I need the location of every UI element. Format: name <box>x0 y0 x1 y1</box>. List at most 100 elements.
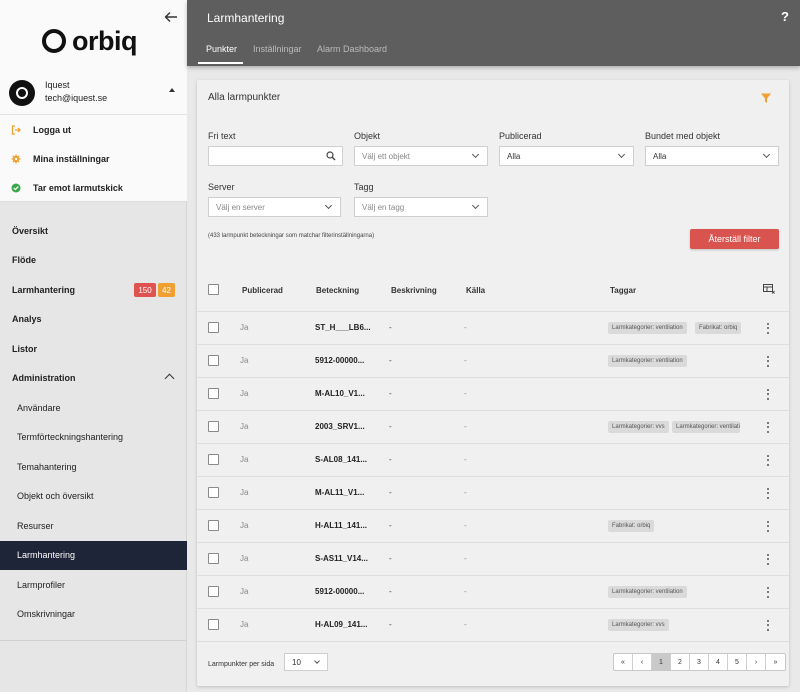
page-3-button[interactable]: 3 <box>690 654 709 670</box>
per-page-select[interactable]: 10 <box>284 653 328 671</box>
sidebar-item-administration[interactable]: Administration <box>0 364 187 393</box>
filter-icon[interactable] <box>760 92 772 104</box>
fritext-input[interactable] <box>208 146 343 166</box>
more-vert-icon[interactable] <box>767 322 770 334</box>
sidebar-item-larmhantering[interactable]: Larmhantering 150 42 <box>0 275 187 304</box>
column-header-taggar[interactable]: Taggar <box>610 286 636 295</box>
tag-chip: Larmkategorier: vvs <box>608 420 669 433</box>
action-mina-installningar[interactable]: Mina inställningar <box>0 145 187 173</box>
prev-page-button[interactable]: ‹ <box>633 654 652 670</box>
tab-alarm-dashboard[interactable]: Alarm Dashboard <box>317 44 387 54</box>
sidebar-item-flode[interactable]: Flöde <box>0 246 187 275</box>
page-4-button[interactable]: 4 <box>709 654 728 670</box>
sidebar-item-resurser-sub[interactable]: Resurser <box>0 511 187 540</box>
last-page-button[interactable]: » <box>766 654 785 670</box>
row-checkbox[interactable] <box>208 387 219 399</box>
more-vert-icon[interactable] <box>767 487 770 499</box>
fritext-label: Fri text <box>208 131 236 141</box>
sidebar-item-label: Administration <box>12 373 76 383</box>
cell-beteckning[interactable]: M-AL10_V1... <box>315 389 365 398</box>
chevron-down-icon <box>324 201 333 210</box>
page-2-button[interactable]: 2 <box>671 654 690 670</box>
sidebar-item-anvandare-sub[interactable]: Användare <box>0 393 187 422</box>
page-5-button[interactable]: 5 <box>728 654 747 670</box>
reset-filter-button[interactable]: Återställ filter <box>690 229 779 249</box>
publicerad-select[interactable]: Alla <box>499 146 634 166</box>
column-header-publicerad[interactable]: Publicerad <box>242 286 283 295</box>
publicerad-label: Publicerad <box>499 131 542 141</box>
cell-beteckning[interactable]: 2003_SRV1... <box>315 422 365 431</box>
tag-chip: Larmkategorier: ventilation <box>608 321 687 334</box>
more-vert-icon[interactable] <box>767 454 770 466</box>
cell-beteckning[interactable]: H-AL09_141... <box>315 620 367 629</box>
cell-beteckning[interactable]: ST_H___LB6... <box>315 323 371 332</box>
row-checkbox[interactable] <box>208 354 219 366</box>
sidebar: orbiq Iquest tech@iquest.se Logga ut Mina… <box>0 0 187 692</box>
help-icon[interactable]: ? <box>781 9 789 24</box>
match-count-text: (433 larmpunkt beteckningar som matchar … <box>208 233 375 239</box>
sidebar-item-termforteckningshantering-sub[interactable]: Termförteckningshantering <box>0 423 187 452</box>
page-1-button[interactable]: 1 <box>652 654 671 670</box>
tag-chip: Fabrikat: orbiq <box>608 519 655 532</box>
caret-up-icon[interactable] <box>169 88 175 92</box>
more-vert-icon[interactable] <box>767 619 770 631</box>
sidebar-item-omskrivningar-sub[interactable]: Omskrivningar <box>0 600 187 629</box>
row-checkbox[interactable] <box>208 585 219 597</box>
more-vert-icon[interactable] <box>767 586 770 598</box>
cell-beskrivning: - <box>389 421 392 431</box>
row-checkbox[interactable] <box>208 321 219 333</box>
column-header-beteckning[interactable]: Beteckning <box>316 286 359 295</box>
bundet-select[interactable]: Alla <box>645 146 779 166</box>
user-email: tech@iquest.se <box>45 93 108 103</box>
row-checkbox[interactable] <box>208 420 219 432</box>
cell-beteckning[interactable]: M-AL11_V1... <box>315 488 364 497</box>
row-checkbox[interactable] <box>208 453 219 465</box>
chevron-up-icon[interactable] <box>164 373 175 383</box>
row-divider <box>197 311 789 312</box>
first-page-button[interactable]: « <box>614 654 633 670</box>
sidebar-item-label: Larmprofiler <box>17 579 66 590</box>
sidebar-item-listor[interactable]: Listor <box>0 334 187 363</box>
row-checkbox[interactable] <box>208 486 219 498</box>
more-vert-icon[interactable] <box>767 388 770 400</box>
cell-beteckning[interactable]: S-AS11_V14... <box>315 554 368 563</box>
active-tab-indicator <box>198 62 243 64</box>
tagg-select[interactable]: Välj en tagg <box>354 197 488 217</box>
cell-beteckning[interactable]: 5912-00000... <box>315 587 364 596</box>
more-vert-icon[interactable] <box>767 520 770 532</box>
action-tar-emot-larmutskick[interactable]: Tar emot larmutskick <box>0 174 187 202</box>
cell-beteckning[interactable]: H-AL11_141... <box>315 521 367 530</box>
user-profile[interactable]: Iquest tech@iquest.se <box>9 78 181 106</box>
arrow-left-icon[interactable] <box>164 10 178 24</box>
server-select[interactable]: Välj en server <box>208 197 341 217</box>
sidebar-item-temahantering-sub[interactable]: Temahantering <box>0 452 187 481</box>
tab-punkter[interactable]: Punkter <box>206 44 237 54</box>
objekt-placeholder: Välj ett objekt <box>362 151 411 161</box>
divider <box>0 114 187 115</box>
tab-installningar[interactable]: Inställningar <box>253 44 302 54</box>
next-page-button[interactable]: › <box>747 654 766 670</box>
sidebar-item-oversikt[interactable]: Översikt <box>0 216 187 245</box>
sidebar-item-larmhantering-sub[interactable]: Larmhantering <box>0 540 187 570</box>
row-checkbox[interactable] <box>208 519 219 531</box>
action-logga-ut[interactable]: Logga ut <box>0 116 187 144</box>
sidebar-item-analys[interactable]: Analys <box>0 305 187 334</box>
sidebar-item-larmprofiler-sub[interactable]: Larmprofiler <box>0 570 187 599</box>
row-checkbox[interactable] <box>208 552 219 564</box>
tagg-label: Tagg <box>354 182 374 192</box>
logo-text: orbiq <box>72 25 138 56</box>
more-vert-icon[interactable] <box>767 553 770 565</box>
sidebar-item-objekt-och-oversikt-sub[interactable]: Objekt och översikt <box>0 482 187 511</box>
more-vert-icon[interactable] <box>767 355 770 367</box>
column-settings-icon[interactable] <box>763 284 775 294</box>
publicerad-value: Alla <box>507 151 521 161</box>
column-header-beskrivning[interactable]: Beskrivning <box>391 286 437 295</box>
cell-beteckning[interactable]: S-AL08_141... <box>315 455 367 464</box>
more-vert-icon[interactable] <box>767 421 770 433</box>
select-all-checkbox[interactable] <box>208 284 219 295</box>
row-checkbox[interactable] <box>208 618 219 630</box>
objekt-select[interactable]: Välj ett objekt <box>354 146 488 166</box>
cell-beteckning[interactable]: 5912-00000... <box>315 356 364 365</box>
column-header-kalla[interactable]: Källa <box>466 286 485 295</box>
per-page-value: 10 <box>292 657 301 667</box>
